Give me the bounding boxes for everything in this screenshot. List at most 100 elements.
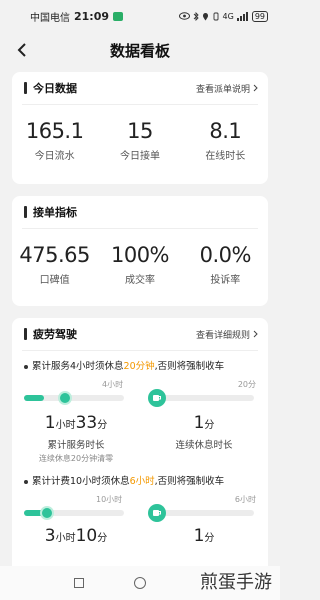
stat-value: 0.0%	[199, 243, 252, 267]
rule-2-text: 累计计费10小时须休息 6小时 ,否则将强制收车	[12, 476, 268, 488]
billing-hours-unit: 小时	[55, 533, 76, 544]
dispatch-info-link-label: 查看派单说明	[195, 84, 250, 95]
home-button[interactable]	[134, 577, 146, 589]
billing-progress-track	[24, 510, 124, 516]
rule-1-highlight: 20分钟	[123, 361, 155, 372]
back-button[interactable]	[12, 40, 32, 60]
service-limit-label: 4小时	[102, 380, 124, 389]
chevron-right-icon	[253, 84, 258, 92]
stat-value: 475.65	[19, 243, 90, 267]
service-progress-track	[24, 395, 124, 401]
rest-duration-metric: 1分 连续休息时长	[140, 413, 268, 464]
stat-label: 在线时长	[205, 151, 246, 162]
service-duration-label: 累计服务时长	[47, 440, 105, 451]
rule-1-progress: 4小时 20分	[24, 379, 256, 409]
page-title: 数据看板	[109, 41, 170, 60]
status-bar: 中国电信 21:09 4G 99	[0, 0, 280, 32]
dispatch-info-link[interactable]: 查看派单说明	[196, 82, 258, 95]
rest-limit-label: 20分	[237, 380, 256, 389]
order-metrics-title: 接单指标	[33, 206, 77, 219]
fatigue-header: 疲劳驾驶 查看详细规则	[12, 318, 268, 350]
stat-value: 8.1	[209, 119, 242, 143]
rule-1-after: ,否则将强制收车	[154, 361, 225, 372]
today-card-title: 今日数据	[33, 82, 77, 95]
today-data-card: 今日数据 查看派单说明 165.1 今日流水 15 今日接单 8.1 在线时长	[12, 72, 268, 184]
recents-button[interactable]	[74, 578, 84, 588]
nav-header: 数据看板	[0, 32, 280, 68]
service-progress-knob	[58, 391, 72, 405]
chevron-left-icon	[17, 43, 26, 57]
order-metrics-header: 接单指标	[12, 196, 268, 228]
today-card-header: 今日数据 查看派单说明	[12, 72, 268, 104]
stat-label: 口碑值	[39, 275, 70, 286]
rest-duration-metric-2: 1分	[140, 526, 268, 546]
bullet-dot	[24, 365, 28, 369]
rest-minutes-2: 1	[193, 526, 205, 546]
service-minutes: 33	[75, 413, 98, 433]
network-type: 4G	[222, 11, 234, 21]
bullet-dot	[24, 480, 28, 484]
section-marker	[24, 328, 27, 340]
service-hours-unit: 小时	[55, 420, 76, 431]
service-minutes-unit: 分	[97, 420, 108, 431]
detail-rules-link-label: 查看详细规则	[195, 330, 250, 341]
billing-limit-label: 10小时	[96, 495, 123, 504]
fatigue-title: 疲劳驾驶	[33, 328, 77, 341]
wechat-notification-icon	[113, 11, 124, 21]
rest-limit-label: 6小时	[234, 495, 256, 504]
order-metrics-stats: 475.65 口碑值 100% 成交率 0.0% 投诉率	[12, 229, 268, 286]
service-duration-note: 连续休息20分钟清零	[38, 454, 114, 463]
stat-label: 成交率	[124, 275, 155, 286]
service-duration-value: 1小时33分	[12, 413, 140, 433]
rest-minutes: 1	[193, 413, 205, 433]
stat-online-hours: 8.1 在线时长	[183, 119, 268, 162]
status-left: 中国电信 21:09	[30, 9, 124, 24]
coffee-cup-icon	[148, 389, 166, 407]
billing-minutes-unit: 分	[97, 533, 108, 544]
stat-completion-rate: 100% 成交率	[97, 243, 182, 286]
location-icon	[202, 12, 208, 20]
battery-indicator: 99	[251, 10, 268, 22]
billing-hours: 3	[44, 526, 56, 546]
rest-duration-label: 连续休息时长	[175, 440, 233, 451]
stat-daily-revenue: 165.1 今日流水	[12, 119, 97, 162]
divider	[22, 350, 258, 351]
stat-value: 165.1	[25, 119, 84, 143]
service-duration-metric: 1小时33分 累计服务时长 连续休息20分钟清零	[12, 413, 140, 464]
billing-minutes: 10	[75, 526, 98, 546]
detail-rules-link[interactable]: 查看详细规则	[196, 328, 258, 341]
fatigue-driving-card: 疲劳驾驶 查看详细规则 累计服务4小时须休息 20分钟 ,否则将强制收车 4小时 2…	[12, 318, 268, 578]
service-hours: 1	[44, 413, 56, 433]
stat-label: 今日流水	[34, 151, 75, 162]
bluetooth-icon	[193, 11, 199, 21]
billing-duration-metric: 3小时10分	[12, 526, 140, 546]
rule-2-progress: 10小时 6小时	[24, 494, 256, 524]
status-time: 21:09	[74, 9, 110, 23]
watermark: 煎蛋手游	[200, 572, 272, 593]
stat-complaint-rate: 0.0% 投诉率	[183, 243, 268, 286]
signal-icon	[236, 11, 248, 21]
section-marker	[24, 82, 27, 94]
chevron-right-icon	[253, 330, 258, 338]
stat-reputation: 475.65 口碑值	[12, 243, 97, 286]
rule-2-before: 累计计费10小时须休息	[32, 476, 130, 487]
eye-icon	[178, 12, 190, 20]
stat-label: 投诉率	[210, 275, 241, 286]
order-metrics-card: 接单指标 475.65 口碑值 100% 成交率 0.0% 投诉率	[12, 196, 268, 306]
section-marker	[24, 206, 27, 218]
today-stats: 165.1 今日流水 15 今日接单 8.1 在线时长	[12, 105, 268, 162]
coffee-cup-icon	[148, 504, 166, 522]
rule-1-before: 累计服务4小时须休息	[32, 361, 124, 372]
stat-label: 今日接单	[119, 151, 160, 162]
service-progress-fill	[24, 395, 44, 401]
status-right: 4G 99	[178, 10, 268, 22]
rest-duration-value: 1分	[140, 413, 268, 433]
carrier-name: 中国电信	[30, 12, 70, 24]
stat-daily-orders: 15 今日接单	[97, 119, 182, 162]
rule-2-highlight: 6小时	[129, 476, 155, 487]
rule-2-after: ,否则将强制收车	[154, 476, 225, 487]
rest-minutes-unit-2: 分	[204, 533, 215, 544]
rule-2-metrics: 3小时10分 1分	[12, 526, 268, 546]
rule-1-text: 累计服务4小时须休息 20分钟 ,否则将强制收车	[12, 361, 268, 373]
stat-value: 100%	[110, 243, 170, 267]
